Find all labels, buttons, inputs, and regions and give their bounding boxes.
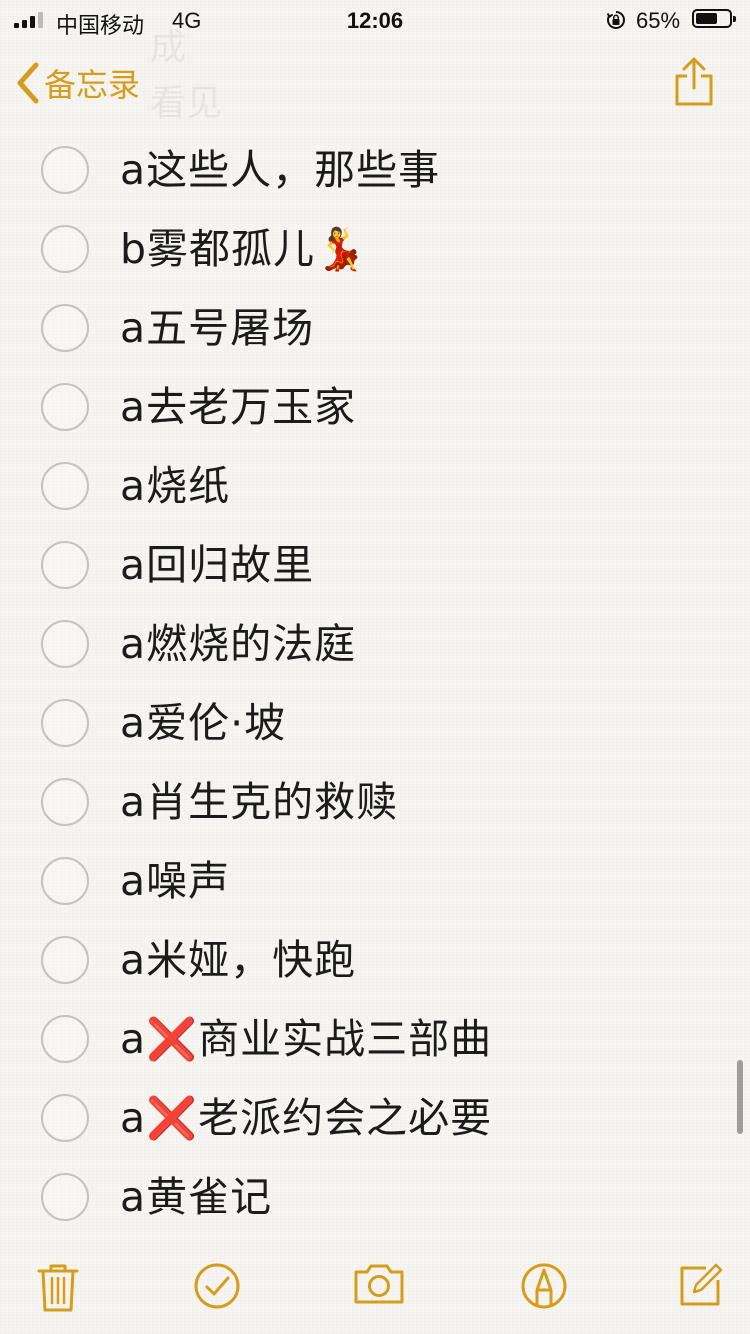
- checklist-item-label[interactable]: a燃烧的法庭: [120, 622, 356, 666]
- checklist-checkbox[interactable]: [41, 383, 89, 431]
- checklist-item: a❌老派约会之必要: [0, 1080, 750, 1159]
- trash-icon[interactable]: [36, 1262, 80, 1314]
- checklist-item-label[interactable]: a❌老派约会之必要: [120, 1096, 492, 1140]
- status-bar: 中国移动 4G 12:06 65%: [0, 0, 750, 40]
- checklist-item: a噪声: [0, 843, 750, 922]
- checklist-item-label[interactable]: a这些人，那些事: [120, 148, 440, 192]
- camera-icon[interactable]: [352, 1262, 406, 1306]
- checklist-item-label[interactable]: a❌商业实战三部曲: [120, 1017, 492, 1061]
- checklist-item-label[interactable]: a肖生克的救赎: [120, 780, 398, 824]
- checklist-item: a燃烧的法庭: [0, 606, 750, 685]
- checklist-item: a五号屠场: [0, 290, 750, 369]
- share-icon[interactable]: [672, 56, 716, 108]
- checklist-item: b雾都孤儿💃: [0, 211, 750, 290]
- checklist-checkbox[interactable]: [41, 462, 89, 510]
- battery-percentage: 65%: [636, 8, 681, 33]
- checklist-item: a烧纸: [0, 448, 750, 527]
- checklist-checkbox[interactable]: [41, 146, 89, 194]
- scrollbar[interactable]: [737, 1060, 743, 1134]
- checklist-item: a这些人，那些事: [0, 132, 750, 211]
- checklist-item: a回归故里: [0, 527, 750, 606]
- checklist-item-label[interactable]: a噪声: [120, 859, 230, 903]
- checklist-checkbox[interactable]: [41, 1173, 89, 1221]
- scrolled-ghost-text: 看见: [150, 83, 223, 124]
- checklist-checkbox[interactable]: [41, 1094, 89, 1142]
- checklist-icon[interactable]: [193, 1262, 241, 1310]
- checklist-item: a爱伦·坡: [0, 685, 750, 764]
- compose-icon[interactable]: [678, 1262, 724, 1308]
- checklist-checkbox[interactable]: [41, 304, 89, 352]
- checklist-checkbox[interactable]: [41, 620, 89, 668]
- orientation-lock-icon: [606, 11, 625, 29]
- checklist-item: a❌商业实战三部曲: [0, 1001, 750, 1080]
- checklist-item: a黄雀记: [0, 1159, 750, 1238]
- checklist-checkbox[interactable]: [41, 699, 89, 747]
- back-button[interactable]: 备忘录: [14, 60, 140, 106]
- checklist-checkbox[interactable]: [41, 541, 89, 589]
- checklist-item: a肖生克的救赎: [0, 764, 750, 843]
- chevron-left-icon: [17, 62, 39, 104]
- checklist-item-label[interactable]: b雾都孤儿💃: [120, 227, 367, 271]
- scrolled-ghost-text: 成: [150, 27, 187, 68]
- bottom-toolbar: [0, 1240, 750, 1334]
- navigation-bar: 成 看见 备忘录: [0, 27, 750, 128]
- checklist-item: a米娅，快跑: [0, 922, 750, 1001]
- checklist-checkbox[interactable]: [41, 857, 89, 905]
- checklist-checkbox[interactable]: [41, 225, 89, 273]
- checklist-item-label[interactable]: a回归故里: [120, 543, 314, 587]
- checklist-checkbox[interactable]: [41, 1015, 89, 1063]
- checklist-item-label[interactable]: a黄雀记: [120, 1175, 272, 1219]
- checklist-item-label[interactable]: a爱伦·坡: [120, 701, 286, 745]
- battery-icon: [692, 9, 736, 28]
- checklist-item-label[interactable]: a五号屠场: [120, 306, 314, 350]
- checklist-item: a去老万玉家: [0, 369, 750, 448]
- checklist-item-label[interactable]: a烧纸: [120, 464, 230, 508]
- markup-icon[interactable]: [520, 1262, 568, 1310]
- checklist-item-label[interactable]: a米娅，快跑: [120, 938, 356, 982]
- checklist-item-label[interactable]: a去老万玉家: [120, 385, 356, 429]
- checklist: a这些人，那些事 b雾都孤儿💃 a五号屠场 a去老万玉家 a烧纸 a回归故里 a燃烧的法庭 a…: [0, 132, 750, 1238]
- checklist-checkbox[interactable]: [41, 936, 89, 984]
- back-label: 备忘录: [44, 66, 141, 104]
- checklist-checkbox[interactable]: [41, 778, 89, 826]
